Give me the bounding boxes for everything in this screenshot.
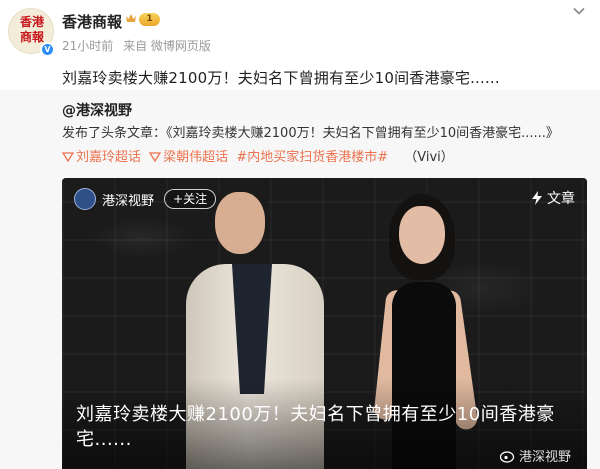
article-card[interactable]: 港深视野 +关注 文章 刘嘉玲卖楼大赚2100万！夫妇名下曾拥有至少10间香港豪… xyxy=(62,178,587,469)
tag-item[interactable]: 梁朝伟超话 xyxy=(149,150,232,165)
tag-label: 梁朝伟超话 xyxy=(163,150,229,165)
chevron-down-icon[interactable] xyxy=(572,3,586,17)
repost-box[interactable]: @港深视野 发布了头条文章：《刘嘉玲卖楼大赚2100万！夫妇名下曾拥有至少10间… xyxy=(0,90,600,469)
tag-item[interactable]: #内地买家扫货香港楼市# xyxy=(236,150,388,165)
tag-author: （Vivi） xyxy=(404,150,454,165)
article-badge-label: 文章 xyxy=(547,191,575,207)
author-name[interactable]: 香港商報 xyxy=(62,11,122,32)
weibo-icon xyxy=(500,450,515,463)
card-channel[interactable]: 港深视野 xyxy=(102,190,154,209)
avatar-logo-line-1: 香港 xyxy=(19,15,44,29)
post-time[interactable]: 21小时前 xyxy=(62,39,113,53)
article-badge: 文章 xyxy=(531,188,575,208)
follow-button[interactable]: +关注 xyxy=(164,189,217,209)
watermark: 港深视野 xyxy=(500,446,571,465)
supertopic-icon xyxy=(62,152,74,162)
photo-figure xyxy=(215,192,265,254)
channel-logo-icon[interactable] xyxy=(74,188,96,210)
repost-user[interactable]: @港深视野 xyxy=(62,100,132,120)
post-source: 来自 微博网页版 xyxy=(123,39,211,53)
post-meta: 21小时前 来自 微博网页版 xyxy=(62,37,217,54)
verified-icon: V xyxy=(40,42,55,57)
level-badge[interactable]: 1 xyxy=(139,13,160,26)
tag-item[interactable]: 刘嘉玲超话 xyxy=(62,150,145,165)
tag-label: 刘嘉玲超话 xyxy=(76,150,142,165)
card-header: 港深视野 +关注 xyxy=(74,188,217,210)
supertopic-icon xyxy=(149,152,162,162)
tag-list: 刘嘉玲超话 梁朝伟超话 #内地买家扫货香港楼市# （Vivi） xyxy=(62,146,454,165)
photo-figure xyxy=(399,206,445,264)
bolt-icon xyxy=(532,191,542,205)
watermark-label: 港深视野 xyxy=(519,450,572,465)
crown-icon[interactable] xyxy=(125,12,137,25)
post-text: 刘嘉玲卖楼大赚2100万！夫妇名下曾拥有至少10间香港豪宅...... xyxy=(62,69,500,87)
card-title[interactable]: 刘嘉玲卖楼大赚2100万！夫妇名下曾拥有至少10间香港豪宅...... xyxy=(76,402,566,452)
repost-line: 发布了头条文章：《刘嘉玲卖楼大赚2100万！夫妇名下曾拥有至少10间香港豪宅..… xyxy=(62,126,559,141)
avatar-logo: 香港 商報 xyxy=(14,15,50,45)
tag-label: #内地买家扫货香港楼市# xyxy=(236,150,389,165)
